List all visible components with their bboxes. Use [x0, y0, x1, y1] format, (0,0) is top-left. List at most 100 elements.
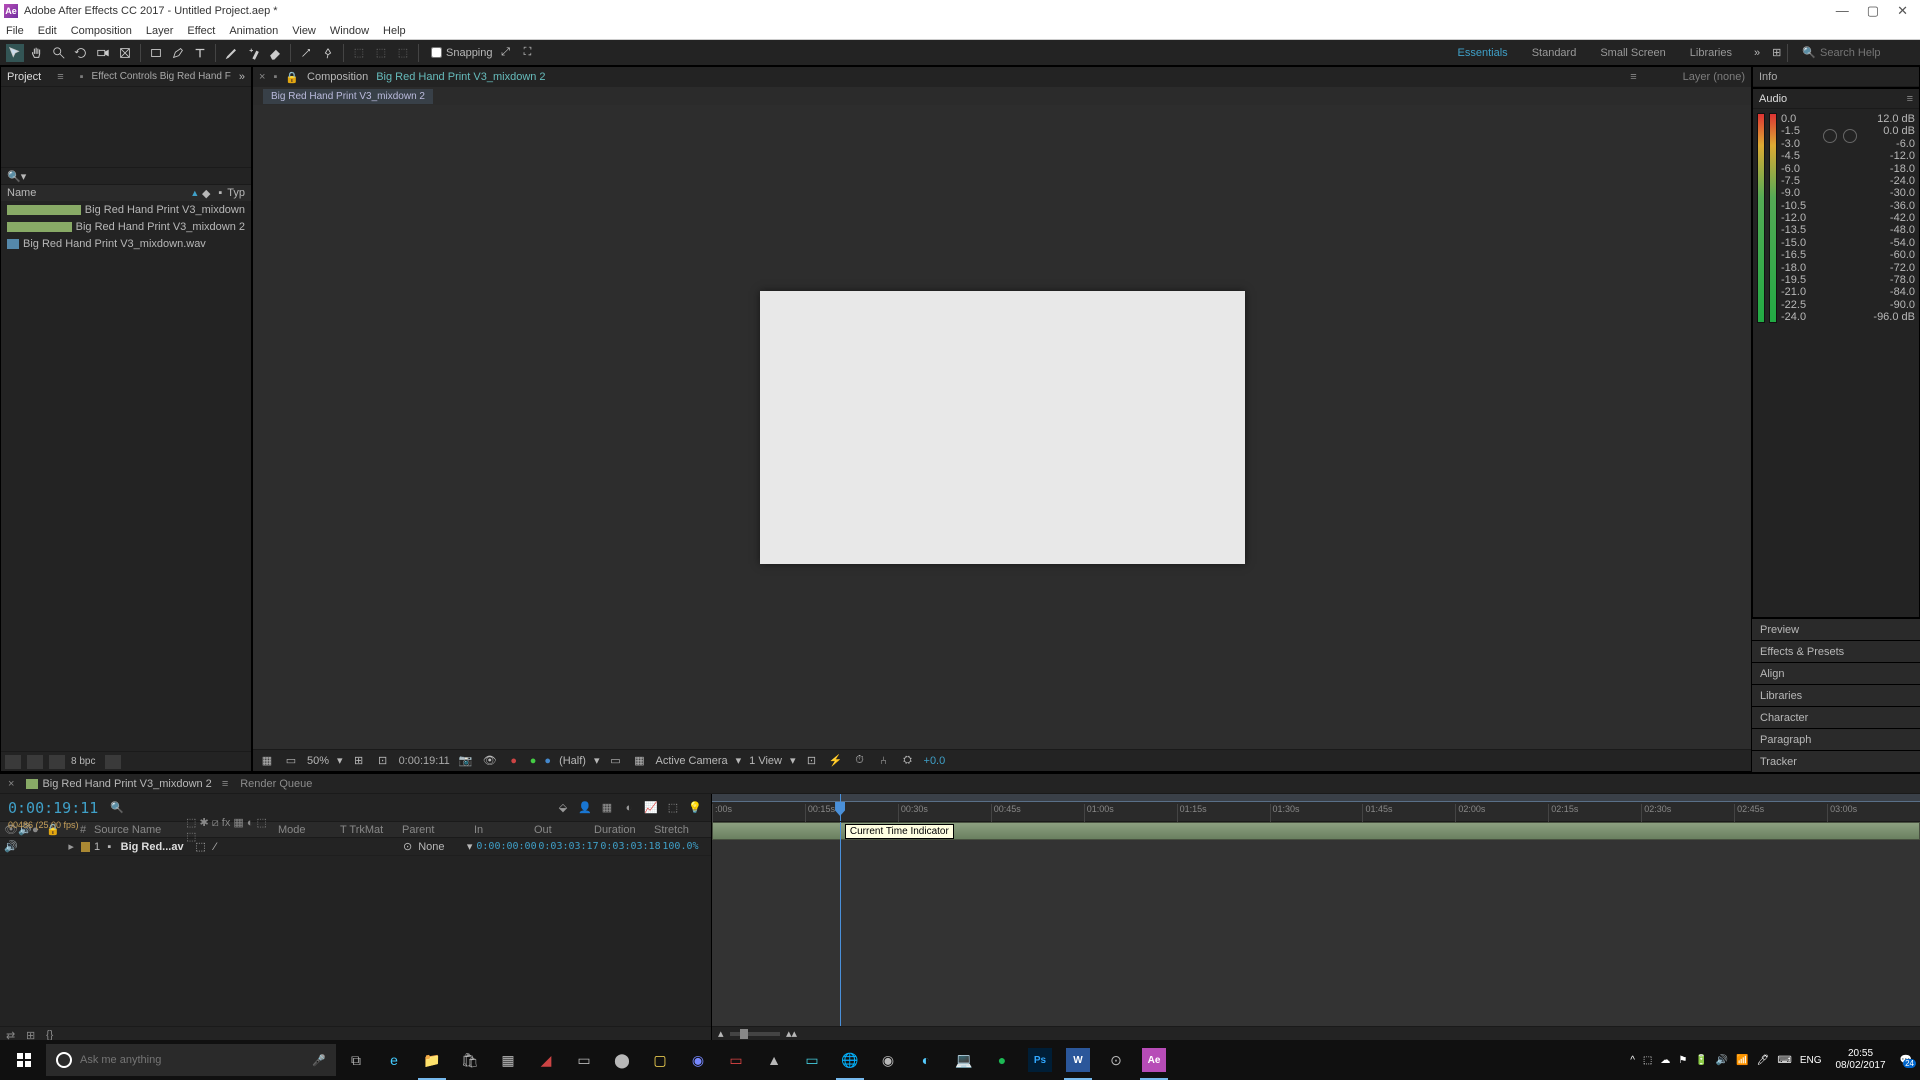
- project-item[interactable]: Big Red Hand Print V3_mixdown: [1, 201, 251, 218]
- effects-presets-panel[interactable]: Effects & Presets: [1752, 640, 1920, 662]
- resolution-dropdown[interactable]: (Half): [559, 755, 586, 767]
- close-tab-icon[interactable]: ×: [259, 71, 265, 83]
- toggle-alpha-icon[interactable]: ▦: [259, 754, 275, 768]
- rotate-tool[interactable]: [72, 44, 90, 62]
- tray-icon[interactable]: 🖊: [1757, 1055, 1770, 1066]
- bpc-label[interactable]: 8 bpc: [71, 756, 95, 767]
- new-folder-button[interactable]: [27, 755, 43, 769]
- world-axis-icon[interactable]: ⬚: [372, 44, 390, 62]
- word-icon[interactable]: W: [1060, 1040, 1096, 1080]
- current-time[interactable]: 0:00:19:11: [8, 799, 98, 817]
- audio-knob-left[interactable]: [1823, 129, 1837, 143]
- store-icon[interactable]: 🛍: [452, 1040, 488, 1080]
- edge-icon[interactable]: e: [376, 1040, 412, 1080]
- project-search-icon[interactable]: 🔍▾: [7, 170, 26, 183]
- search-help-input[interactable]: [1820, 47, 1910, 59]
- frame-blend-icon[interactable]: ▦: [599, 801, 615, 815]
- spotify-icon[interactable]: ●: [984, 1040, 1020, 1080]
- hand-tool[interactable]: [28, 44, 46, 62]
- tabs-overflow-icon[interactable]: »: [239, 71, 245, 83]
- project-item[interactable]: Big Red Hand Print V3_mixdown.wav: [1, 235, 251, 252]
- toggle-mask-icon[interactable]: ▭: [283, 754, 299, 768]
- discord-icon[interactable]: ◉: [680, 1040, 716, 1080]
- layer-in[interactable]: 0:00:00:00: [476, 841, 534, 852]
- comp-name[interactable]: Big Red Hand Print V3_mixdown 2: [376, 71, 545, 83]
- lock-icon[interactable]: 🔒: [285, 71, 299, 84]
- time-ruler[interactable]: :00s00:15s00:30s00:45s01:00s01:15s01:30s…: [712, 794, 1920, 822]
- tray-icon[interactable]: ⚑: [1678, 1055, 1687, 1066]
- layer-parent[interactable]: None: [418, 841, 463, 853]
- snapshot-icon[interactable]: 📷: [458, 754, 474, 768]
- workspace-small-screen[interactable]: Small Screen: [1590, 44, 1675, 62]
- tray-overflow-icon[interactable]: ^: [1630, 1055, 1635, 1066]
- toggle-in-out-icon[interactable]: {}: [46, 1029, 60, 1039]
- clock[interactable]: 20:55 08/02/2017: [1829, 1048, 1891, 1072]
- layer-out[interactable]: 0:03:03:17: [538, 841, 596, 852]
- menu-effect[interactable]: Effect: [187, 25, 215, 37]
- sticky-notes-icon[interactable]: ▢: [642, 1040, 678, 1080]
- rect-tool[interactable]: [147, 44, 165, 62]
- motion-blur-icon[interactable]: ◐: [621, 801, 637, 815]
- audio-menu-icon[interactable]: ≡: [1907, 93, 1913, 105]
- pan-behind-tool[interactable]: [116, 44, 134, 62]
- workspace-menu-icon[interactable]: ⊞: [1772, 46, 1781, 59]
- camera-dropdown[interactable]: Active Camera: [655, 755, 727, 767]
- col-label-icon[interactable]: ◆: [199, 187, 213, 200]
- selection-tool[interactable]: [6, 44, 24, 62]
- view-dropdown[interactable]: 1 View: [749, 755, 782, 767]
- menu-layer[interactable]: Layer: [146, 25, 174, 37]
- menu-file[interactable]: File: [6, 25, 24, 37]
- close-button[interactable]: ✕: [1897, 3, 1908, 19]
- notifications-icon[interactable]: 💬24: [1900, 1055, 1912, 1066]
- brainstorm-icon[interactable]: 💡: [687, 801, 703, 815]
- flowchart-icon[interactable]: ▪: [273, 71, 277, 83]
- delete-button[interactable]: [105, 755, 121, 769]
- pen-tool[interactable]: [169, 44, 187, 62]
- cortana-search[interactable]: 🎤: [46, 1044, 336, 1076]
- timecode-display[interactable]: 0:00:19:11: [399, 755, 450, 767]
- clone-tool[interactable]: [244, 44, 262, 62]
- roi-icon[interactable]: ▭: [607, 754, 623, 768]
- project-menu-icon[interactable]: ≡: [57, 71, 63, 83]
- app-icon-3[interactable]: ▭: [566, 1040, 602, 1080]
- show-snapshot-icon[interactable]: 👁: [482, 754, 498, 768]
- tray-icon[interactable]: ☁: [1660, 1055, 1670, 1066]
- close-timeline-tab[interactable]: ×: [8, 778, 14, 790]
- work-area-bar[interactable]: [712, 794, 1920, 802]
- layer-tab[interactable]: Layer (none): [1683, 71, 1745, 83]
- app-icon-6[interactable]: ▭: [794, 1040, 830, 1080]
- col-mode[interactable]: Mode: [278, 824, 338, 836]
- project-tab[interactable]: Project: [7, 71, 41, 83]
- shy-icon[interactable]: 👤: [577, 801, 593, 815]
- snap-edge-icon[interactable]: ⤢: [497, 44, 515, 62]
- timeline-search-icon[interactable]: 🔍: [110, 801, 124, 814]
- audio-tab[interactable]: Audio: [1759, 93, 1787, 105]
- lang-indicator[interactable]: ENG: [1800, 1055, 1822, 1066]
- comp-marker-icon[interactable]: ⬙: [555, 801, 571, 815]
- eraser-tool[interactable]: [266, 44, 284, 62]
- text-tool[interactable]: [191, 44, 209, 62]
- label-color[interactable]: [81, 842, 90, 852]
- reset-exposure-icon[interactable]: ⛭: [900, 754, 916, 768]
- audio-knob-right[interactable]: [1843, 129, 1857, 143]
- col-parent[interactable]: Parent: [402, 824, 472, 836]
- app-icon-2[interactable]: ◢: [528, 1040, 564, 1080]
- local-axis-icon[interactable]: ⬚: [350, 44, 368, 62]
- brush-tool[interactable]: [222, 44, 240, 62]
- interpret-button[interactable]: [5, 755, 21, 769]
- layer-row[interactable]: 🔊 ▸ 1 ▪ Big Red...av ⬚⁄ ⊙ None▾ 0:00:00:…: [0, 838, 711, 856]
- tray-icon[interactable]: 🔋: [1695, 1055, 1707, 1066]
- app-icon-7[interactable]: ◐: [908, 1040, 944, 1080]
- col-source[interactable]: Source Name: [94, 824, 184, 836]
- zoom-tool[interactable]: [50, 44, 68, 62]
- snap-collapse-icon[interactable]: ⛶: [519, 44, 537, 62]
- col-stretch[interactable]: Stretch: [654, 824, 702, 836]
- draft3d-icon[interactable]: ⬚: [665, 801, 681, 815]
- col-duration[interactable]: Duration: [594, 824, 652, 836]
- toggle-switches-icon[interactable]: ⇄: [6, 1029, 20, 1039]
- timeline-icon[interactable]: ⏱: [852, 754, 868, 768]
- start-button[interactable]: [4, 1040, 44, 1080]
- chrome-icon[interactable]: 🌐: [832, 1040, 868, 1080]
- transparency-icon[interactable]: ▦: [631, 754, 647, 768]
- comp-menu-icon[interactable]: ≡: [1630, 71, 1636, 83]
